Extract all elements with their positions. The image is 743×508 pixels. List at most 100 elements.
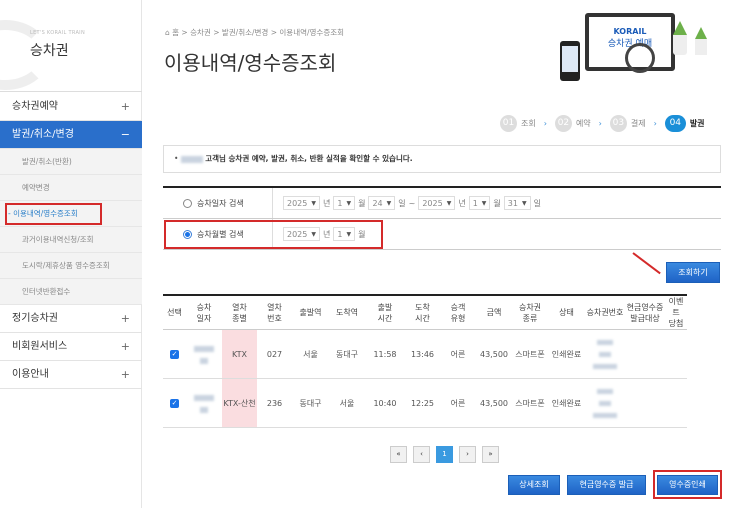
train-type-cell: KTX [222,329,257,379]
cash-receipt-button[interactable]: 현금영수증 발급 [567,475,646,495]
chevron-right-icon: › [543,118,547,128]
passenger-cell: 어른 [440,329,476,379]
chevron-right-icon: › [653,118,657,128]
to-month-select[interactable]: 1 ▼ [468,196,491,210]
dep-cell: 11:58 [365,329,405,379]
usage-history-table: 선택 승차 일자 열차 종별 열차 번호 출발역 도착역 출발 시간 도착 시간 승객 유형 금액… [163,294,687,428]
submenu-past-usage[interactable]: 과거이용내역신청/조회 [0,227,142,253]
menu-label: 정기승차권 [12,313,58,324]
minus-icon: − [120,128,130,141]
submenu-lunchbox-receipt[interactable]: 도시락/제휴상품 영수증조회 [0,253,142,279]
search-row-month: 승차월별 검색 2025 ▼ 년 1 ▼ 월 [163,219,721,250]
event-cell [665,378,687,428]
tagline: LET'S KORAIL TRAIN [30,30,85,36]
select-checkbox-cell[interactable]: ✓ [163,329,186,379]
menu-label: 발권/취소/변경 [12,129,74,140]
menu-non-member[interactable]: 비회원서비스 + [0,333,142,361]
breadcrumb: ⌂ 홈 > 승차권 > 발권/취소/변경 > 이용내역/영수증조회 [165,28,345,37]
from-cell: 서울 [292,329,329,379]
page-1-button[interactable]: 1 [436,446,453,463]
submenu-issue-cancel[interactable]: 발권/취소(반환) [0,149,142,175]
last-page-button[interactable]: » [482,446,499,463]
column-header: 출발 시간 [365,295,405,330]
sidebar-header: LET'S KORAIL TRAIN 승차권 [0,0,142,92]
smartphone-icon [560,41,580,81]
notice-text: 고객님 승차권 예약, 발권, 취소, 반환 실적을 확인할 수 있습니다. [205,154,413,163]
to-cell: 동대구 [329,329,365,379]
blurred-username [180,155,203,163]
breadcrumb-item[interactable]: 이용내역/영수증조회 [279,28,344,37]
column-header: 출발역 [292,295,329,330]
menu-label: 비회원서비스 [12,341,68,352]
step-number-current: 04 [664,114,686,132]
search-button[interactable]: 조회하기 [666,262,720,283]
select-checkbox-cell[interactable]: ✓ [163,378,186,428]
table-row: ✓ KTX-산천 236 동대구 서울 10:40 12:25 어른 43,500 스마트폰 인쇄완… [163,378,687,428]
date-search-option[interactable]: 승차일자 검색 [163,188,273,218]
to-day-select[interactable]: 31 ▼ [503,196,531,210]
ticket-number-cell [585,329,625,379]
menu-label: 승차권예약 [12,101,58,112]
page-title: 이용내역/영수증조회 [164,51,337,75]
pagination: « ‹ 1 › » [390,446,499,463]
submenu-reservation-change[interactable]: 예약변경 [0,175,142,201]
plus-icon: + [120,340,130,353]
sidebar-title: 승차권 [30,43,69,59]
train-no-cell: 027 [257,329,292,379]
chevron-right-icon: › [598,118,602,128]
first-page-button[interactable]: « [390,446,407,463]
column-header: 도착 시간 [405,295,440,330]
submenu-internet-refund[interactable]: 인터넷반환접수 [0,279,142,305]
to-year-select[interactable]: 2025 ▼ [418,196,456,210]
checkbox-checked[interactable]: ✓ [170,350,179,359]
next-page-button[interactable]: › [459,446,476,463]
amount-cell: 43,500 [476,329,512,379]
column-header: 승차권번호 [585,295,625,330]
from-day-select[interactable]: 24 ▼ [368,196,396,210]
status-cell: 인쇄완료 [548,378,585,428]
magnifier-icon [625,43,655,73]
to-cell: 서울 [329,378,365,428]
column-header: 도착역 [329,295,365,330]
table-row: ✓ KTX 027 서울 동대구 11:58 13:46 어른 43,500 스마트폰 인쇄완료 [163,329,687,379]
plus-icon: + [120,100,130,113]
submenu-label: - 이용내역/영수증조회 [8,209,78,218]
amount-cell: 43,500 [476,378,512,428]
breadcrumb-item[interactable]: 발권/취소/변경 [222,28,268,37]
prev-page-button[interactable]: ‹ [413,446,430,463]
column-header: 금액 [476,295,512,330]
column-header: 이벤트 당첨 [665,295,687,330]
checkbox-checked[interactable]: ✓ [170,399,179,408]
ticket-number-cell [585,378,625,428]
dep-cell: 10:40 [365,378,405,428]
breadcrumb-item[interactable]: 승차권 [190,28,211,37]
column-header: 상태 [548,295,585,330]
column-header: 승차 일자 [186,295,222,330]
menu-usage-guide[interactable]: 이용안내 + [0,361,142,389]
column-header: 열차 종별 [222,295,257,330]
breadcrumb-home[interactable]: ⌂ 홈 [165,28,179,37]
status-cell: 인쇄완료 [548,329,585,379]
passenger-cell: 어른 [440,378,476,428]
cash-receipt-cell [625,378,665,428]
radio-button[interactable] [183,198,192,208]
column-header: 선택 [163,295,186,330]
from-month-select[interactable]: 1 ▼ [333,196,356,210]
step-label: 조회 [521,118,536,128]
step-number: 03 [609,114,627,132]
column-header: 열차 번호 [257,295,292,330]
from-year-select[interactable]: 2025 ▼ [283,196,320,210]
red-arrow-annotation [632,252,661,275]
menu-label: 이용안내 [12,369,49,380]
menu-ticket-reservation[interactable]: 승차권예약 + [0,93,142,121]
menu-issue-cancel-change[interactable]: 발권/취소/변경 − [0,121,142,149]
ticket-kind-cell: 스마트폰 [512,378,548,428]
detail-button[interactable]: 상세조회 [508,475,560,495]
menu-season-ticket[interactable]: 정기승차권 + [0,305,142,333]
boarding-date-cell [186,329,222,379]
print-receipt-button[interactable]: 영수증인쇄 [657,475,718,495]
ticket-kind-cell: 스마트폰 [512,329,548,379]
submenu-usage-receipt[interactable]: - 이용내역/영수증조회 [0,201,142,227]
step-number: 01 [500,114,517,132]
step-label: 예약 [575,118,591,128]
